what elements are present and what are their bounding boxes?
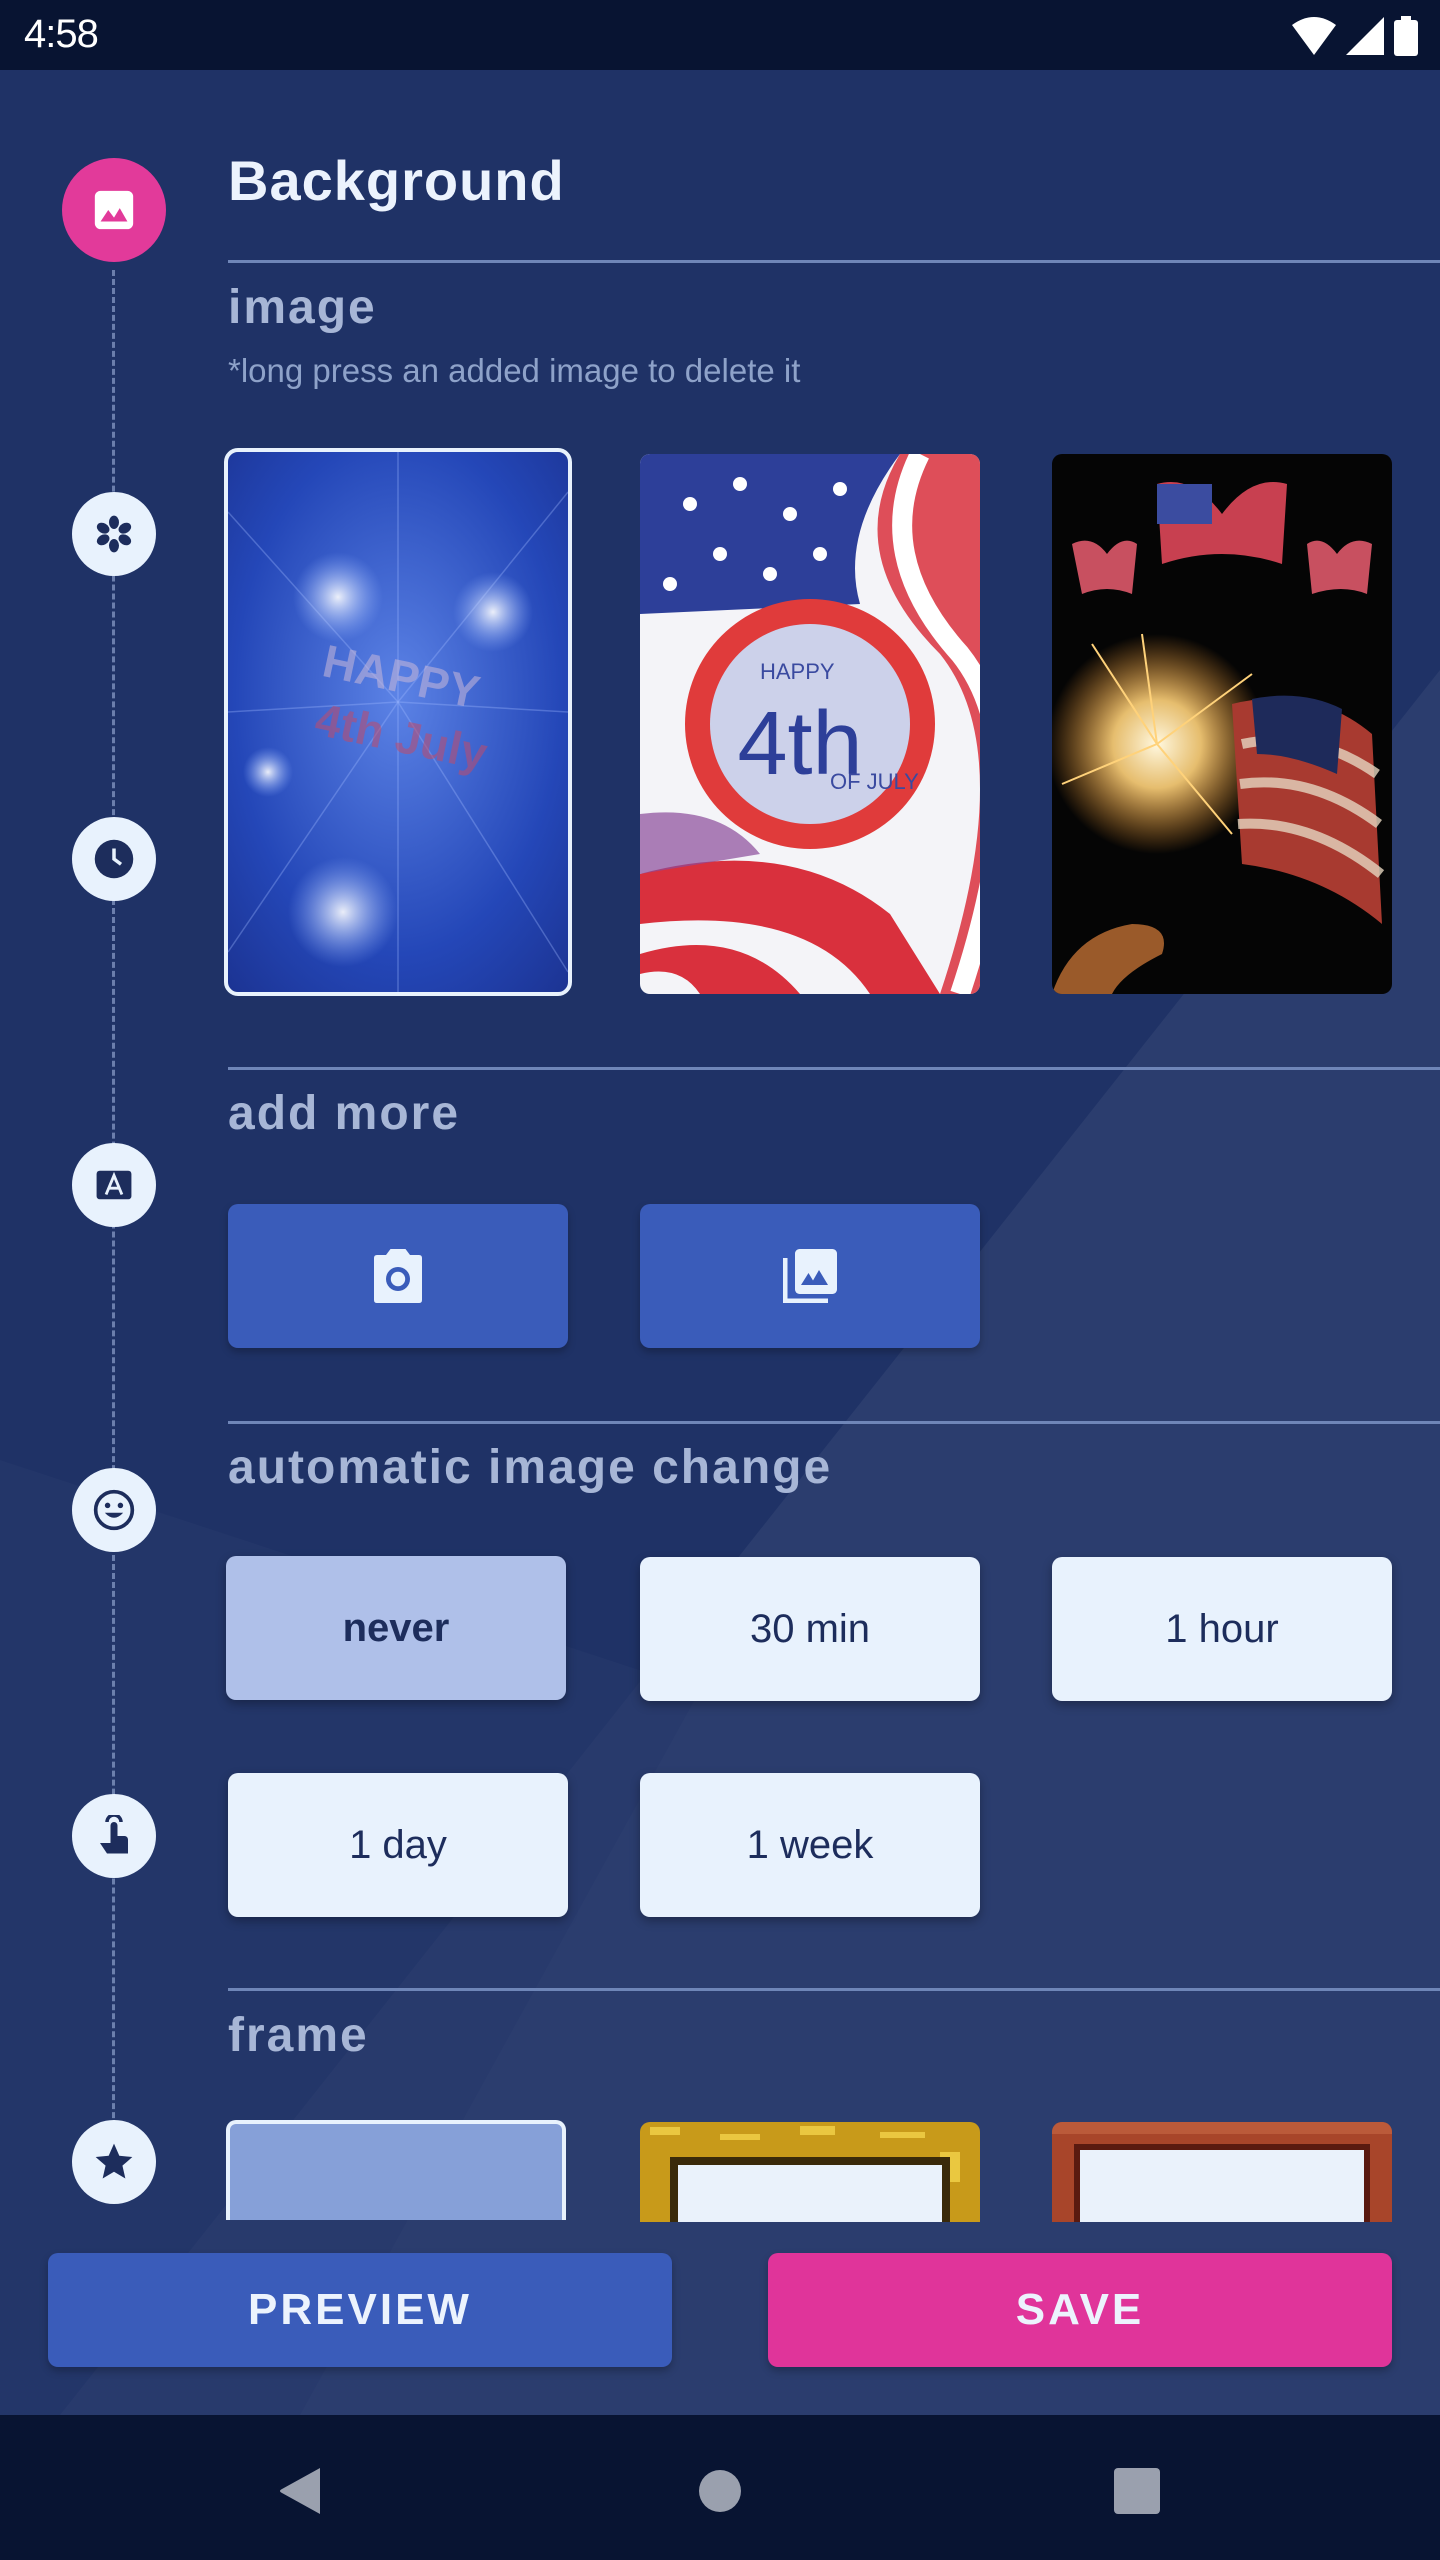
save-button[interactable]: SAVE: [768, 2253, 1392, 2367]
wood-frame-image: [1052, 2122, 1392, 2222]
recents-icon: [1114, 2468, 1160, 2514]
frame-option-none[interactable]: [226, 2120, 566, 2220]
section-label-frame: frame: [228, 2009, 369, 2062]
option-1-day[interactable]: 1 day: [228, 1773, 568, 1917]
option-30-min[interactable]: 30 min: [640, 1557, 980, 1701]
home-icon: [699, 2470, 741, 2512]
home-button[interactable]: [690, 2461, 750, 2521]
text-icon: [96, 1170, 132, 1200]
battery-icon: [1394, 16, 1418, 56]
divider: [228, 1988, 1440, 1991]
timeline-node-star[interactable]: [72, 2120, 156, 2204]
timeline-node-flower[interactable]: [72, 492, 156, 576]
choose-from-gallery-button[interactable]: [640, 1204, 980, 1348]
blue-fireworks-image: HAPPY 4th July: [228, 452, 568, 992]
image-icon: [94, 190, 134, 230]
timeline-node-text[interactable]: [72, 1143, 156, 1227]
option-1-week[interactable]: 1 week: [640, 1773, 980, 1917]
gold-frame-image: [640, 2122, 980, 2222]
status-icons: [1292, 16, 1418, 56]
frame-option-gold-glitter[interactable]: [640, 2122, 980, 2222]
section-label-add-more: add more: [228, 1087, 461, 1140]
divider: [228, 1067, 1440, 1070]
smiley-icon: [93, 1489, 135, 1531]
touch-icon: [100, 1815, 128, 1854]
back-icon: [280, 2468, 320, 2514]
sparkler-flag-image: [1052, 454, 1392, 994]
wifi-icon: [1292, 17, 1336, 55]
section-label-auto-change: automatic image change: [228, 1441, 833, 1494]
camera-icon: [374, 1249, 422, 1303]
timeline-node-touch[interactable]: [72, 1794, 156, 1878]
page-title: Background: [228, 149, 565, 212]
timeline-node-smiley[interactable]: [72, 1468, 156, 1552]
status-bar: 4:58: [0, 0, 1440, 70]
4th-of-july-badge-image: HAPPY 4th OF JULY: [640, 454, 980, 994]
star-icon: [95, 2143, 133, 2179]
divider: [228, 1421, 1440, 1424]
preview-button[interactable]: PREVIEW: [48, 2253, 672, 2367]
gallery-icon: [783, 1249, 837, 1303]
status-time: 4:58: [24, 12, 99, 56]
image-thumbnail-4th-of-july-badge[interactable]: HAPPY 4th OF JULY: [640, 454, 980, 994]
back-button[interactable]: [270, 2461, 330, 2521]
delete-hint: *long press an added image to delete it: [228, 352, 801, 389]
section-label-image: image: [228, 281, 377, 334]
image-thumbnail-blue-fireworks[interactable]: HAPPY 4th July: [224, 448, 572, 996]
image-thumbnail-sparkler-flag[interactable]: [1052, 454, 1392, 994]
option-1-hour[interactable]: 1 hour: [1052, 1557, 1392, 1701]
settings-content[interactable]: Background image *long press an added im…: [0, 70, 1440, 2415]
navigation-bar: [0, 2415, 1440, 2560]
frame-option-wood[interactable]: [1052, 2122, 1392, 2222]
flower-icon: [96, 515, 132, 553]
cell-signal-icon: [1346, 17, 1384, 55]
timeline-node-background[interactable]: [62, 158, 166, 262]
take-photo-button[interactable]: [228, 1204, 568, 1348]
timeline-node-clock[interactable]: [72, 817, 156, 901]
divider: [228, 260, 1440, 263]
recents-button[interactable]: [1107, 2461, 1167, 2521]
option-never[interactable]: never: [226, 1556, 566, 1700]
badge-text-bottom: OF JULY: [830, 769, 919, 794]
badge-text-top: HAPPY: [760, 659, 835, 684]
clock-icon: [94, 839, 134, 879]
